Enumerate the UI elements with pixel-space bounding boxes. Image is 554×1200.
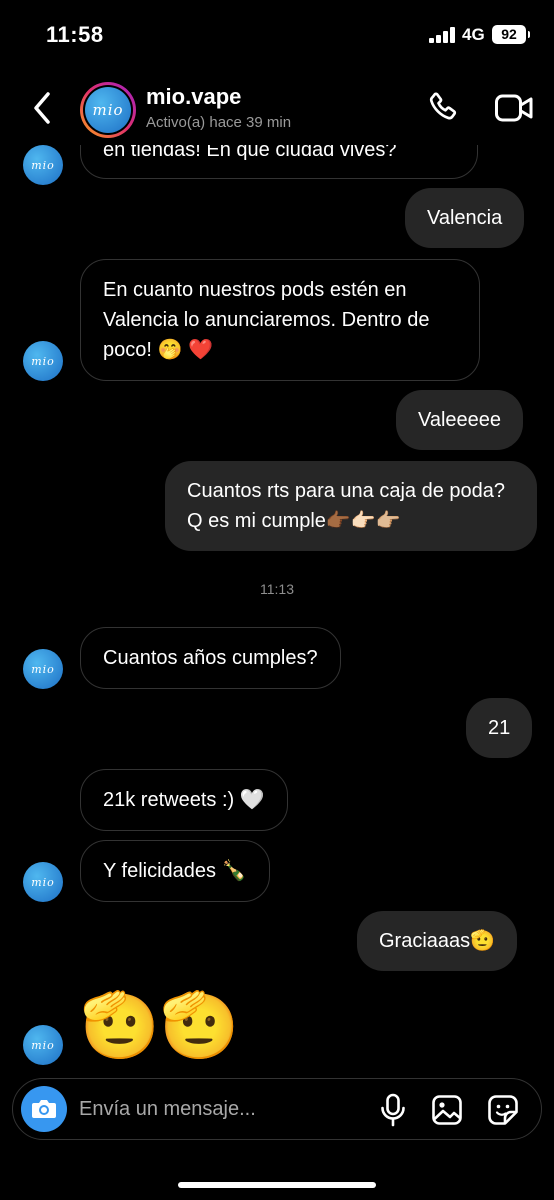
microphone-icon	[381, 1093, 405, 1127]
message-bubble-outgoing[interactable]: Cuantos rts para una caja de poda? Q es …	[165, 461, 537, 551]
call-button[interactable]	[425, 90, 461, 126]
network-type: 4G	[462, 25, 485, 44]
clock: 11:58	[46, 22, 104, 47]
phone-icon	[429, 92, 457, 120]
back-button[interactable]	[28, 88, 62, 128]
avatar[interactable]: mio	[23, 649, 63, 689]
back-chevron-icon	[34, 92, 50, 124]
video-camera-icon	[495, 94, 533, 122]
sticker-icon	[488, 1095, 518, 1125]
avatar[interactable]: mio	[23, 145, 63, 185]
mio-logo: mio	[23, 341, 63, 381]
gallery-button[interactable]	[431, 1094, 463, 1126]
mio-logo: mio	[23, 862, 63, 902]
message-bubble-incoming[interactable]: 21k retweets :) 🤍	[80, 769, 288, 831]
camera-button[interactable]	[21, 1086, 67, 1132]
home-indicator[interactable]	[178, 1182, 376, 1188]
video-call-button[interactable]	[494, 92, 534, 124]
message-bubble-incoming[interactable]: En cuanto nuestros pods estén en Valenci…	[80, 259, 480, 381]
signal-icon	[429, 27, 455, 43]
avatar[interactable]: mio	[23, 341, 63, 381]
message-thread[interactable]: mio en tiendas! En que ciudad vives? Val…	[0, 145, 554, 1075]
avatar[interactable]: mio	[23, 1025, 63, 1065]
voice-message-button[interactable]	[379, 1093, 407, 1127]
message-input[interactable]	[79, 1093, 369, 1125]
active-status: Activo(a) hace 39 min	[146, 114, 292, 131]
timestamp: 11:13	[260, 581, 294, 597]
message-bubble-outgoing[interactable]: Graciaaas🫡	[357, 911, 518, 971]
status-bar: 11:58 4G 92	[0, 0, 554, 70]
message-bubble-outgoing[interactable]: Valencia	[405, 188, 525, 248]
camera-icon	[32, 1100, 56, 1118]
username[interactable]: mio.vape	[146, 84, 241, 110]
message-bubble-incoming[interactable]: Y felicidades 🍾	[80, 840, 270, 902]
emoji-message[interactable]: 🫡🫡	[80, 990, 239, 1060]
mio-logo: mio	[23, 649, 63, 689]
message-bubble-incoming[interactable]: en tiendas! En que ciudad vives?	[80, 145, 478, 179]
mio-logo: mio	[85, 87, 131, 133]
profile-avatar[interactable]: mio	[80, 82, 136, 138]
sticker-button[interactable]	[487, 1094, 519, 1126]
message-bubble-outgoing[interactable]: Valeeeee	[396, 390, 524, 450]
mio-logo: mio	[23, 145, 63, 185]
message-bubble-outgoing[interactable]: 21	[466, 698, 533, 758]
avatar[interactable]: mio	[23, 862, 63, 902]
mio-logo: mio	[23, 1025, 63, 1065]
message-bubble-incoming[interactable]: Cuantos años cumples?	[80, 627, 341, 689]
message-composer	[12, 1078, 542, 1140]
chat-header: mio mio.vape Activo(a) hace 39 min	[0, 70, 554, 150]
battery-icon: 92	[492, 25, 530, 44]
gallery-icon	[432, 1095, 462, 1125]
